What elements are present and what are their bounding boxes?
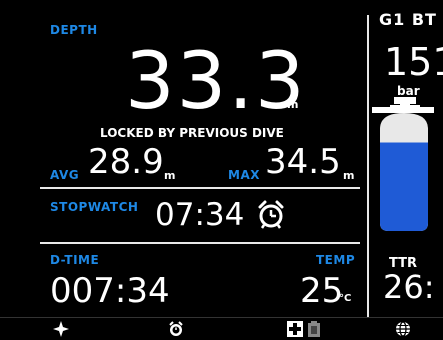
alarm-clock-icon[interactable] <box>167 320 185 338</box>
dtime-label: D-TIME <box>50 253 100 267</box>
max-unit: m <box>343 169 355 182</box>
compass-icon[interactable] <box>52 320 70 338</box>
max-label: MAX <box>228 168 260 182</box>
temp-value: 25 <box>300 271 344 311</box>
stopwatch-value: 07:34 <box>155 197 245 233</box>
depth-value: 33.3 <box>125 37 307 127</box>
alarm-clock-icon <box>256 199 286 229</box>
depth-label: DEPTH <box>50 23 98 37</box>
avg-value: 28.9 <box>88 142 164 182</box>
dive-computer-screen: DEPTH 33.3 m LOCKED BY PREVIOUS DIVE AVG… <box>0 0 443 340</box>
gas-pressure: 151 <box>384 40 443 84</box>
temp-label: TEMP <box>316 253 356 267</box>
plus-icon[interactable] <box>286 320 304 338</box>
divider-line <box>40 242 360 244</box>
battery-icon <box>306 320 322 338</box>
dtime-value: 007:34 <box>50 271 170 311</box>
avg-unit: m <box>164 169 176 182</box>
ttr-value: 26: <box>383 268 435 306</box>
divider-line <box>40 187 360 189</box>
depth-unit: m <box>287 98 299 111</box>
max-value: 34.5 <box>265 142 341 182</box>
stopwatch-label: STOPWATCH <box>50 200 139 214</box>
bottom-toolbar <box>0 318 443 340</box>
gas-tank-icon <box>368 95 440 237</box>
temp-unit: °C <box>339 293 352 304</box>
globe-icon[interactable] <box>394 320 412 338</box>
depth-status: LOCKED BY PREVIOUS DIVE <box>100 126 284 140</box>
avg-label: AVG <box>50 168 80 182</box>
gas-title: G1 BT <box>379 10 437 29</box>
